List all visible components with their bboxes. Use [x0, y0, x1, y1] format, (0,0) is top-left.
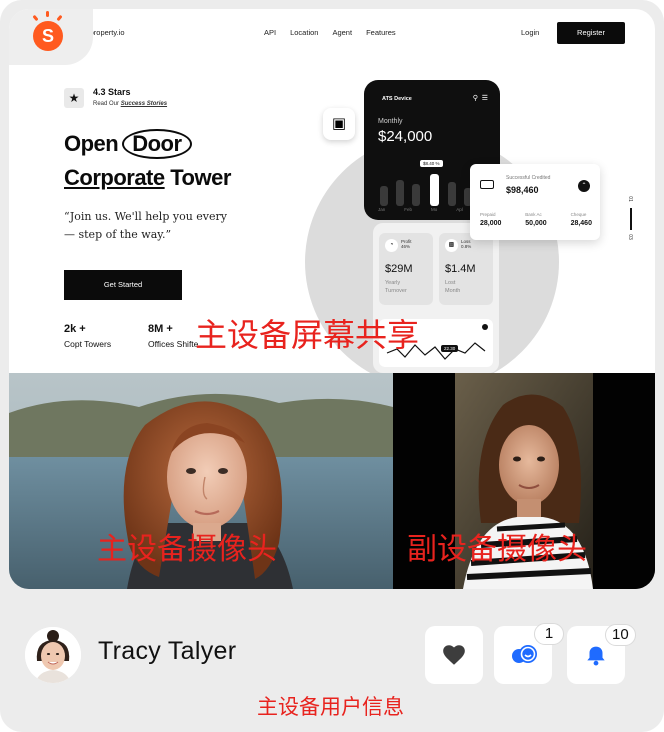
loss-value: $1.4M: [445, 263, 476, 275]
get-started-button[interactable]: Get Started: [64, 270, 182, 300]
month-label: Jan: [378, 207, 386, 212]
chevron-up-icon[interactable]: ⌃: [578, 180, 590, 192]
user-info-label: 主设备用户信息: [257, 695, 404, 719]
nav-link-location[interactable]: Location: [290, 28, 318, 37]
chart-chip: 22.30: [441, 345, 459, 352]
bar-chart-icon: ▩: [445, 239, 458, 252]
bell-icon: [587, 646, 605, 666]
hero-quote-line-1: “Join us. We'll help you every: [64, 210, 227, 223]
logo-ray: [32, 14, 39, 22]
chat-count-badge: 1: [534, 623, 564, 645]
credited-amount: $98,460: [506, 185, 539, 195]
rating-subtitle: Read Our Success Stories: [93, 101, 167, 107]
stat-number: 8M +: [148, 323, 173, 335]
stat-label: Offices Shifte: [148, 339, 199, 349]
shared-screen-area[interactable]: S @property.io API Location Agent Featur…: [9, 9, 655, 589]
avatar-photo: [25, 627, 81, 683]
hero-word-corporate: Corporate: [64, 165, 165, 190]
slide-indicator-bar: [630, 208, 632, 230]
stat-towers: 2k + Copt Towers: [64, 323, 111, 349]
phone-monthly-label: Monthly: [378, 118, 403, 125]
like-button[interactable]: [425, 626, 483, 684]
slide-indicator[interactable]: 01 03: [625, 196, 637, 246]
nav-link-features[interactable]: Features: [366, 28, 396, 37]
main-camera-label: 主设备摄像头: [97, 532, 277, 567]
building-icon: ▣: [323, 108, 355, 140]
phone-search-menu-icons: ⚲ ☰: [472, 95, 488, 102]
user-name: Tracy Talyer: [98, 637, 237, 665]
rating-title: 4.3 Stars: [93, 87, 131, 97]
site-nav: API Location Agent Features: [264, 28, 396, 37]
phone-brand: ATS Device: [382, 96, 412, 102]
rating-prefix: Read Our: [93, 101, 121, 107]
hero-word-tower: Tower: [170, 165, 231, 190]
profit-label: Yearly Turnover: [385, 280, 407, 294]
month-label: Mo: [430, 207, 438, 212]
login-link[interactable]: Login: [521, 28, 539, 37]
phone-chip: $8.40 %: [420, 160, 443, 167]
hero-quote-line-2: — step of the way.”: [64, 228, 172, 241]
slide-indicator-end: 03: [626, 234, 633, 240]
secondary-camera-label: 副设备摄像头: [407, 532, 587, 567]
profit-card: ◔ Profit 46% $29M Yearly Turnover: [379, 233, 433, 305]
month-label: Feb: [404, 207, 412, 212]
nav-link-api[interactable]: API: [264, 28, 276, 37]
credited-card: Successful Credited $98,460 ⌃ Prepaid 28…: [470, 164, 600, 240]
heart-icon: [443, 645, 465, 665]
pie-icon: ◔: [385, 239, 398, 252]
nav-link-agent[interactable]: Agent: [332, 28, 352, 37]
avatar[interactable]: [25, 627, 81, 683]
breakdown-column: Cheque 28,460: [570, 212, 592, 227]
star-icon: ★: [64, 88, 84, 108]
slide-indicator-start: 01: [626, 196, 633, 202]
app-badge: S: [9, 9, 93, 65]
wallet-icon: [480, 180, 494, 189]
loss-tag: Loss 0.8%: [461, 239, 472, 249]
phone-monthly-amount: $24,000: [378, 128, 433, 145]
success-stories-link[interactable]: Success Stories: [121, 101, 167, 107]
notification-count-badge: 10: [605, 624, 636, 646]
register-button[interactable]: Register: [557, 22, 625, 44]
credited-breakdown: Prepaid 28,000 Bank Ac 50,000 Cheque 28,…: [480, 212, 592, 227]
credited-caption: Successful Credited: [506, 175, 551, 181]
loss-label: Lost Month: [445, 280, 461, 294]
hero-word-door: Door: [122, 129, 192, 159]
chat-bubbles-icon: [512, 645, 537, 663]
stat-offices: 8M + Offices Shifte: [148, 323, 198, 349]
logo-ray: [56, 14, 63, 22]
stat-label: Copt Towers: [64, 339, 112, 349]
month-label: Apl: [456, 207, 463, 212]
hero-word-open: Open: [64, 131, 119, 156]
screen-share-label: 主设备屏幕共享: [195, 316, 420, 354]
logo-ray: [46, 11, 49, 17]
stat-number: 2k +: [64, 323, 86, 335]
profit-tag: Profit 46%: [401, 239, 412, 249]
breakdown-column: Prepaid 28,000: [480, 212, 502, 227]
hero-title-line-2: Corporate Tower: [64, 165, 231, 191]
app-logo-icon[interactable]: S: [33, 21, 63, 51]
loss-card: ▩ Loss 0.8% $1.4M Lost Month: [439, 233, 493, 305]
profit-value: $29M: [385, 263, 413, 275]
video-call-window: S @property.io API Location Agent Featur…: [0, 0, 664, 732]
breakdown-column: Bank Ac 50,000: [525, 212, 547, 227]
hero-quote: “Join us. We'll help you every — step of…: [64, 208, 254, 244]
hero-title-line-1: Open Door: [64, 129, 192, 159]
